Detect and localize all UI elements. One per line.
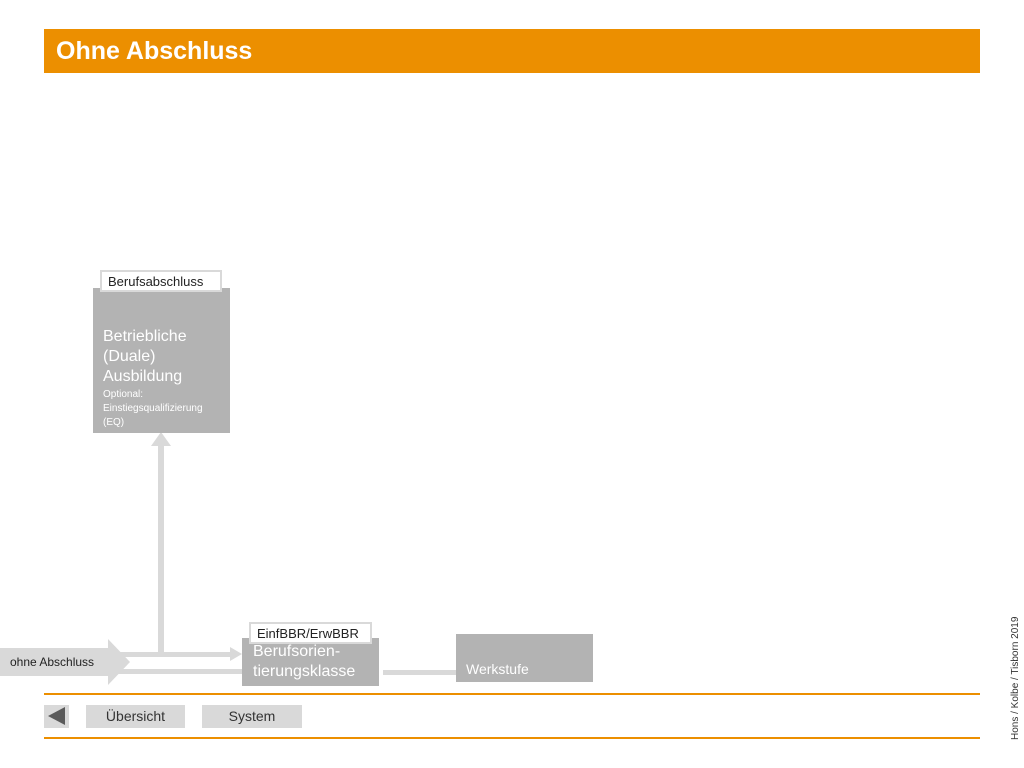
bottom-divider-line <box>44 737 980 739</box>
box-berufsorientierungsklasse[interactable]: Berufsorien- tierungsklasse <box>242 638 379 686</box>
system-button[interactable]: System <box>202 705 302 728</box>
page-title: Ohne Abschluss <box>56 37 253 65</box>
box-ausbildung-note2: Einstiegsqualifizierung <box>103 403 203 414</box>
overview-button[interactable]: Übersicht <box>86 705 185 728</box>
box-ausbildung-line1: Betriebliche <box>103 328 187 345</box>
horizontal-arrow-head <box>230 647 242 661</box>
credit-text: Hons / Kolbe / Tisborn 2019 <box>1010 616 1021 740</box>
back-button[interactable] <box>44 705 69 728</box>
box-berufsorientierung-line2: tierungsklasse <box>253 663 356 680</box>
entry-arrow-head <box>108 639 130 685</box>
triangle-left-icon <box>48 707 65 725</box>
box-ausbildung-line2: (Duale) <box>103 348 156 365</box>
box-ausbildung-note1: Optional: <box>103 389 144 400</box>
tag-einfbbr-erwbbr: EinfBBR/ErwBBR <box>249 622 372 644</box>
box-werkstufe[interactable]: Werkstufe <box>456 634 593 682</box>
entry-label: ohne Abschluss <box>10 655 95 669</box>
vertical-arrow-shaft <box>158 444 164 654</box>
box-duale-ausbildung[interactable]: Betriebliche (Duale) Ausbildung Optional… <box>93 288 230 433</box>
top-divider-line <box>44 693 980 695</box>
werkstufe-connector-line <box>383 670 458 675</box>
box-werkstufe-label: Werkstufe <box>466 661 529 677</box>
tag-berufsabschluss: Berufsabschluss <box>100 270 222 292</box>
title-bar: Ohne Abschluss <box>44 29 980 73</box>
box-berufsorientierung-line1: Berufsorien- <box>253 643 341 660</box>
vertical-arrow-head <box>151 432 171 446</box>
box-ausbildung-note3: (EQ) <box>103 417 125 428</box>
box-ausbildung-line3: Ausbildung <box>103 368 183 385</box>
